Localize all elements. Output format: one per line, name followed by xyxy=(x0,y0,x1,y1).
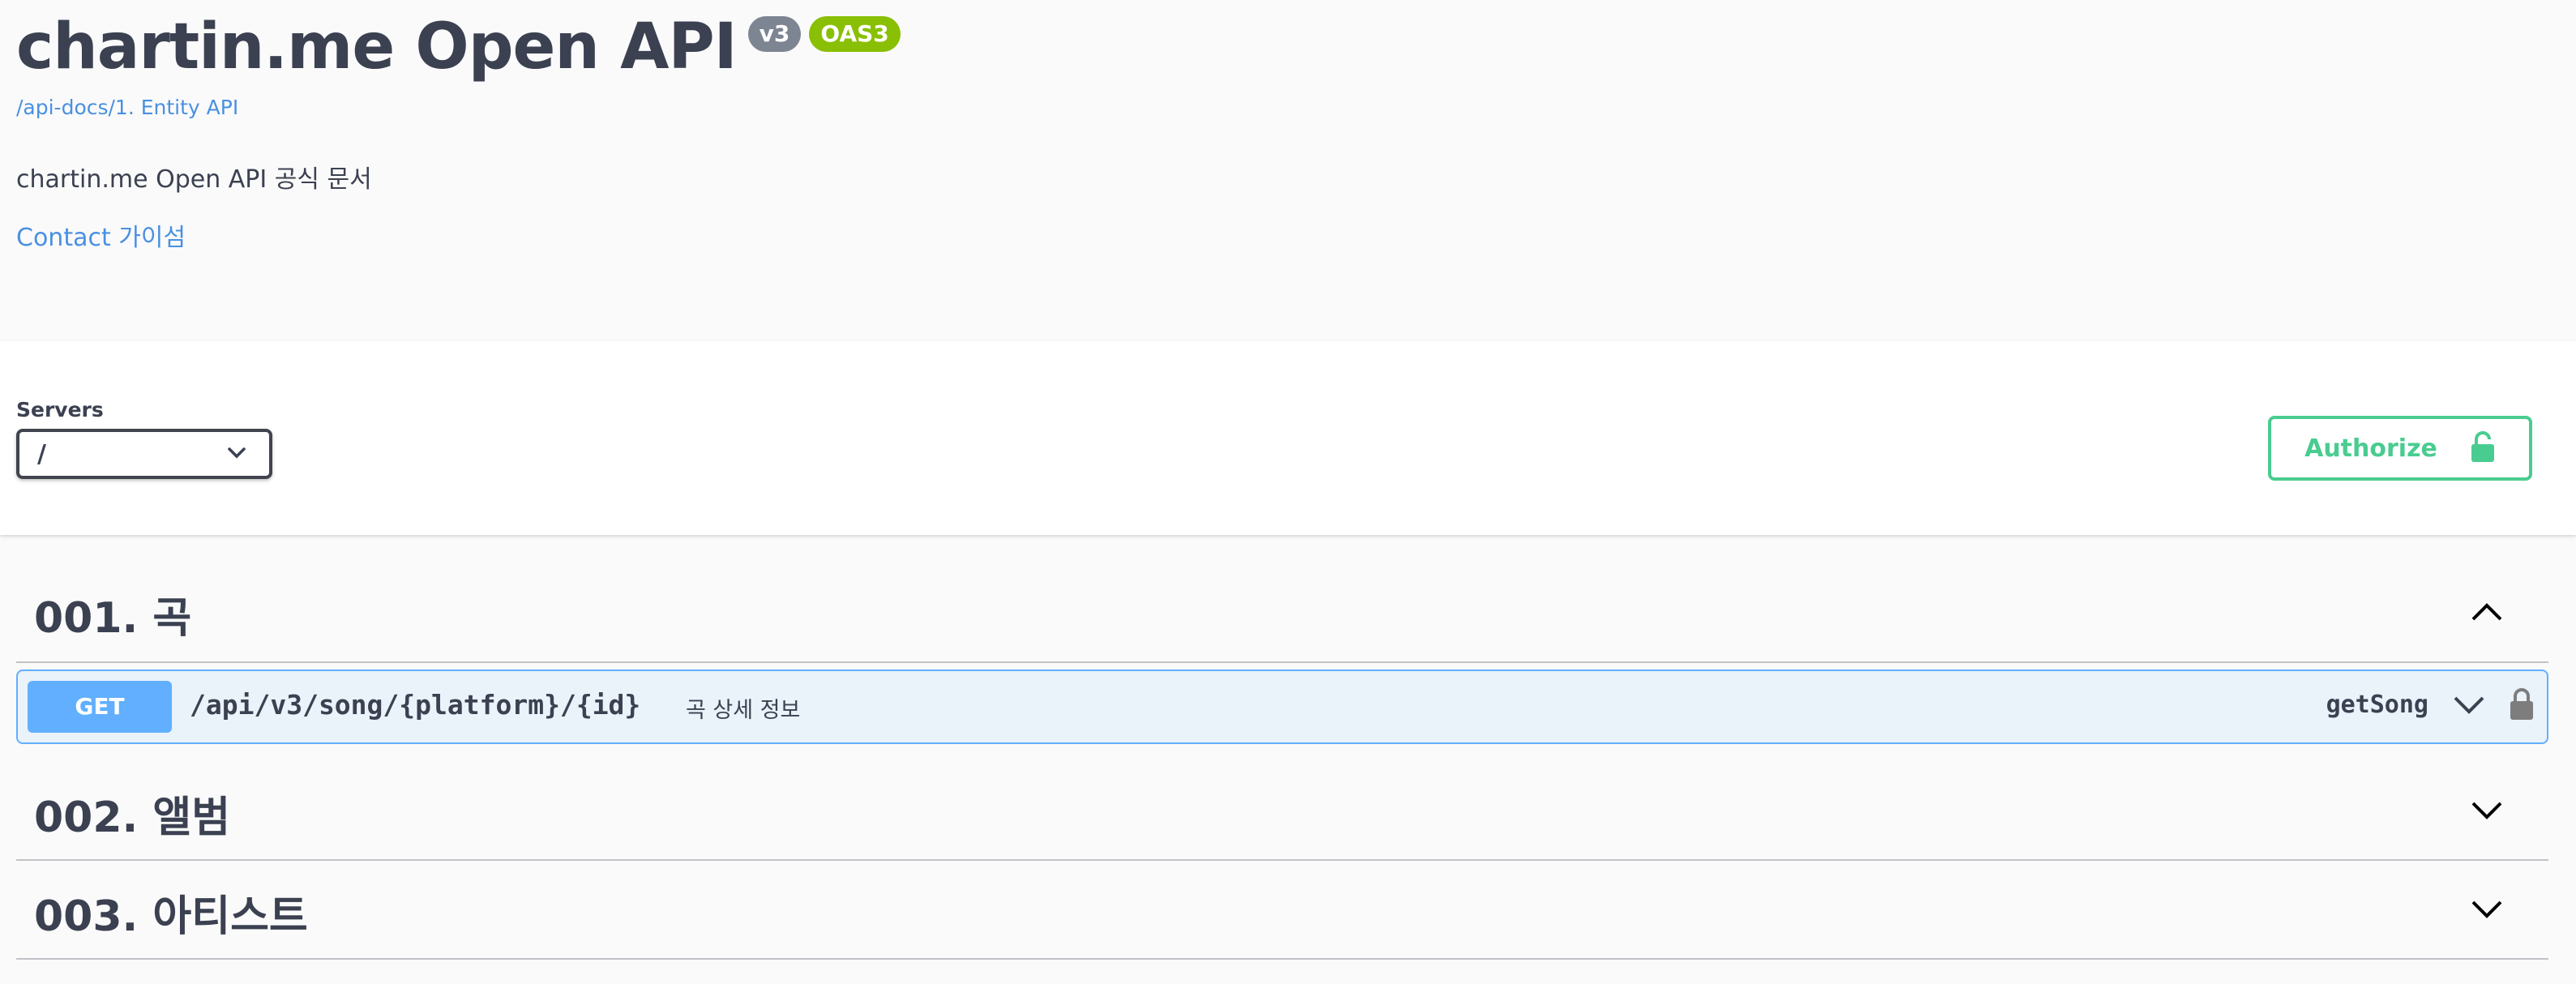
api-info-section: chartin.me Open API v3 OAS3 /api-docs/1.… xyxy=(0,0,2576,341)
servers-bar: Servers / Authorize xyxy=(0,341,2576,535)
tag-section-artist: 003. 아티스트 xyxy=(16,859,2548,960)
chevron-down-icon[interactable] xyxy=(2453,694,2485,718)
api-description: chartin.me Open API 공식 문서 xyxy=(16,165,372,194)
operation-path: /api/v3/song/{platform}/{id} xyxy=(190,689,641,721)
unlock-icon xyxy=(2470,430,2496,466)
tag-section-song: 001. 곡 xyxy=(16,567,2548,663)
chevron-down-icon xyxy=(227,447,246,463)
tag-title: 001. 곡 xyxy=(34,594,192,643)
chevron-up-icon[interactable] xyxy=(2471,601,2503,626)
api-title: chartin.me Open API xyxy=(16,11,738,83)
server-select[interactable]: / xyxy=(16,429,272,479)
method-badge-get: GET xyxy=(28,681,172,733)
chevron-down-icon[interactable] xyxy=(2471,799,2503,824)
authorize-button[interactable]: Authorize xyxy=(2268,416,2532,481)
title-row: chartin.me Open API v3 OAS3 xyxy=(16,6,901,88)
chevron-down-icon[interactable] xyxy=(2471,898,2503,922)
server-select-value: / xyxy=(37,440,46,468)
tag-section-album: 002. 앨범 xyxy=(16,762,2548,861)
lock-icon[interactable] xyxy=(2508,686,2535,725)
servers-label: Servers xyxy=(16,398,104,421)
contact-link[interactable]: Contact 가이섬 xyxy=(16,217,186,253)
oas-badge: OAS3 xyxy=(809,16,901,52)
operation-id: getSong xyxy=(2326,691,2428,719)
operation-summary: 곡 상세 정보 xyxy=(686,698,801,723)
tag-title: 003. 아티스트 xyxy=(34,892,308,941)
tag-title: 002. 앨범 xyxy=(34,794,231,842)
tag-header-artist[interactable]: 003. 아티스트 xyxy=(16,859,2548,960)
operation-get-song[interactable]: GET /api/v3/song/{platform}/{id} 곡 상세 정보… xyxy=(16,670,2548,744)
tag-header-album[interactable]: 002. 앨범 xyxy=(16,762,2548,861)
tag-header-song[interactable]: 001. 곡 xyxy=(16,567,2548,663)
version-badge: v3 xyxy=(747,16,802,52)
spec-url-link[interactable]: /api-docs/1. Entity API xyxy=(16,96,238,119)
authorize-button-label: Authorize xyxy=(2304,434,2437,463)
